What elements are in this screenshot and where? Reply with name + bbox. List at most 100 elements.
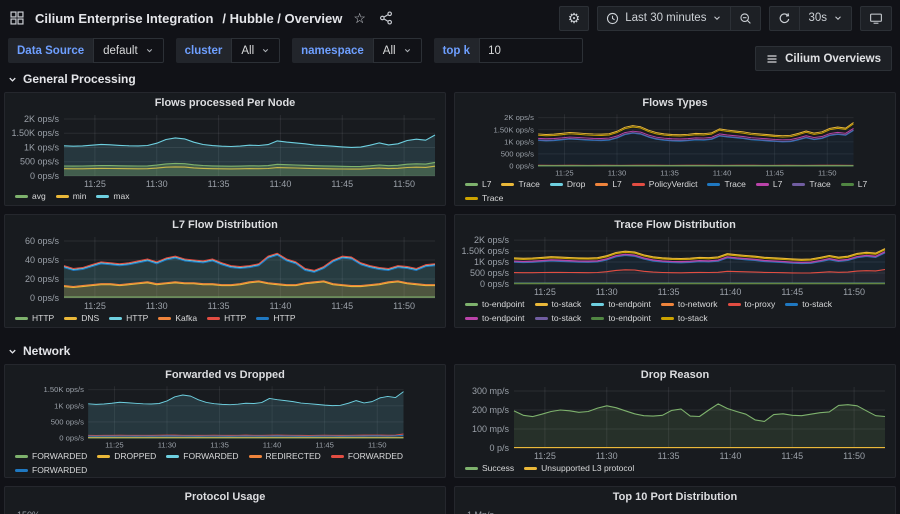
legend-swatch [15, 455, 28, 458]
legend-item[interactable]: to-endpoint [591, 298, 651, 311]
panel-drop-reason: Drop Reason 11:2511:3011:3511:4011:4511:… [454, 364, 896, 478]
legend-item[interactable]: HTTP [15, 312, 54, 325]
x-axis-label: 11:50 [818, 168, 837, 177]
legend-item[interactable]: avg [15, 190, 46, 203]
legend-item[interactable]: Trace [465, 192, 503, 205]
var-cluster-select[interactable]: All [231, 38, 280, 63]
legend-item[interactable]: L7 [756, 178, 782, 191]
apps-grid-icon[interactable] [8, 11, 26, 25]
legend-swatch [591, 317, 604, 320]
panel-title[interactable]: Flows Types [455, 93, 895, 109]
y-axis-label: 1.50K ops/s [494, 125, 535, 134]
legend-label: to-endpoint [482, 298, 525, 311]
refresh-button[interactable] [769, 6, 800, 31]
legend-item[interactable]: HTTP [256, 312, 295, 325]
chart-legend: FORWARDED DROPPED FORWARDED REDIRECTED FORWA… [5, 450, 445, 477]
panel-title[interactable]: L7 Flow Distribution [5, 215, 445, 231]
dashboard-title[interactable]: Cilium Enterprise Integration [35, 11, 213, 26]
legend-swatch [661, 317, 674, 320]
refresh-icon [778, 12, 791, 25]
panel-title[interactable]: Flows processed Per Node [5, 93, 445, 109]
panel-title[interactable]: Protocol Usage [5, 487, 445, 503]
legend-item[interactable]: L7 [595, 178, 621, 191]
chevron-down-icon [261, 46, 270, 55]
timeseries-chart[interactable]: 11:2511:3011:3511:4011:4511:501.50K ops/… [8, 382, 442, 450]
panel-title[interactable]: Drop Reason [455, 365, 895, 381]
legend-item[interactable]: FORWARDED [331, 450, 403, 463]
dashboard-subpath[interactable]: / Hubble / Overview [222, 11, 342, 26]
section-network[interactable]: Network [0, 336, 900, 362]
legend-swatch [632, 183, 645, 186]
panel-forwarded-vs-dropped: Forwarded vs Dropped 11:2511:3011:3511:4… [4, 364, 446, 478]
legend-item[interactable]: min [56, 190, 87, 203]
x-axis-label: 11:30 [146, 301, 168, 311]
legend-item[interactable]: Success [465, 462, 514, 475]
legend-item[interactable]: FORWARDED [15, 450, 87, 463]
legend-item[interactable]: to-endpoint [465, 298, 525, 311]
legend-item[interactable]: to-stack [535, 298, 582, 311]
legend-label: to-endpoint [482, 312, 525, 325]
legend-item[interactable]: Kafka [158, 312, 197, 325]
x-axis-label: 11:50 [393, 179, 415, 189]
var-namespace-select[interactable]: All [373, 38, 422, 63]
y-axis-label: 1.50K ops/s [11, 128, 59, 138]
kiosk-mode-button[interactable] [860, 6, 892, 31]
legend-swatch [465, 303, 478, 306]
legend-item[interactable]: to-stack [535, 312, 582, 325]
x-axis-label: 11:45 [331, 301, 353, 311]
legend-item[interactable]: DROPPED [97, 450, 156, 463]
star-icon[interactable]: ☆ [351, 11, 368, 25]
cilium-overviews-button[interactable]: Cilium Overviews [755, 46, 892, 71]
share-icon[interactable] [377, 11, 395, 25]
legend-item[interactable]: HTTP [109, 312, 148, 325]
legend-item[interactable]: to-endpoint [591, 312, 651, 325]
refresh-interval-button[interactable]: 30s [800, 6, 852, 31]
legend-label: avg [32, 190, 46, 203]
legend-swatch [64, 317, 77, 320]
panel-top10-port-distribution: Top 10 Port Distribution 1 Mp/s [454, 486, 896, 514]
legend-item[interactable]: FORWARDED [15, 464, 87, 477]
var-datasource-select[interactable]: default [93, 38, 164, 63]
legend-item[interactable]: DNS [64, 312, 99, 325]
dashboard-toolbar: ⚙ Last 30 minutes [559, 6, 892, 31]
legend-swatch [524, 467, 537, 470]
x-axis-label: 11:35 [660, 168, 679, 177]
x-axis-label: 11:35 [208, 179, 230, 189]
x-axis-label: 11:50 [368, 440, 387, 449]
legend-item[interactable]: Drop [550, 178, 585, 191]
legend-item[interactable]: to-stack [661, 312, 708, 325]
legend-item[interactable]: REDIRECTED [249, 450, 321, 463]
legend-item[interactable]: Trace [707, 178, 745, 191]
timeseries-chart[interactable]: 11:2511:3011:3511:4011:4511:5060 ops/s40… [8, 232, 442, 312]
var-topk-input[interactable] [479, 38, 583, 63]
legend-item[interactable]: L7 [465, 178, 491, 191]
x-axis-label: 11:30 [596, 451, 618, 461]
legend-item[interactable]: max [96, 190, 129, 203]
legend-item[interactable]: Trace [501, 178, 539, 191]
timeseries-chart[interactable]: 11:2511:3011:3511:4011:4511:502K ops/s1.… [458, 232, 892, 298]
legend-item[interactable]: HTTP [207, 312, 246, 325]
legend-label: max [113, 190, 129, 203]
legend-item[interactable]: to-proxy [728, 298, 776, 311]
settings-button[interactable]: ⚙ [559, 6, 590, 31]
legend-label: DNS [81, 312, 99, 325]
timeseries-chart[interactable]: 11:2511:3011:3511:4011:4511:50300 mp/s20… [458, 382, 892, 462]
panel-title[interactable]: Trace Flow Distribution [455, 215, 895, 231]
legend-swatch [158, 317, 171, 320]
timeseries-chart[interactable]: 11:2511:3011:3511:4011:4511:502K ops/s1.… [8, 110, 442, 190]
legend-item[interactable]: L7 [841, 178, 867, 191]
time-range-button[interactable]: Last 30 minutes [597, 6, 731, 31]
legend-item[interactable]: Trace [792, 178, 830, 191]
legend-item[interactable]: to-stack [785, 298, 832, 311]
legend-item[interactable]: Unsupported L3 protocol [524, 462, 634, 475]
legend-swatch [535, 317, 548, 320]
zoom-out-button[interactable] [731, 6, 761, 31]
panel-title[interactable]: Top 10 Port Distribution [455, 487, 895, 503]
timeseries-chart[interactable]: 11:2511:3011:3511:4011:4511:502K ops/s1.… [458, 110, 892, 178]
panel-title[interactable]: Forwarded vs Dropped [5, 365, 445, 381]
legend-item[interactable]: to-network [661, 298, 718, 311]
legend-item[interactable]: PolicyVerdict [632, 178, 698, 191]
legend-item[interactable]: to-endpoint [465, 312, 525, 325]
legend-item[interactable]: FORWARDED [166, 450, 238, 463]
legend-label: Unsupported L3 protocol [541, 462, 634, 475]
